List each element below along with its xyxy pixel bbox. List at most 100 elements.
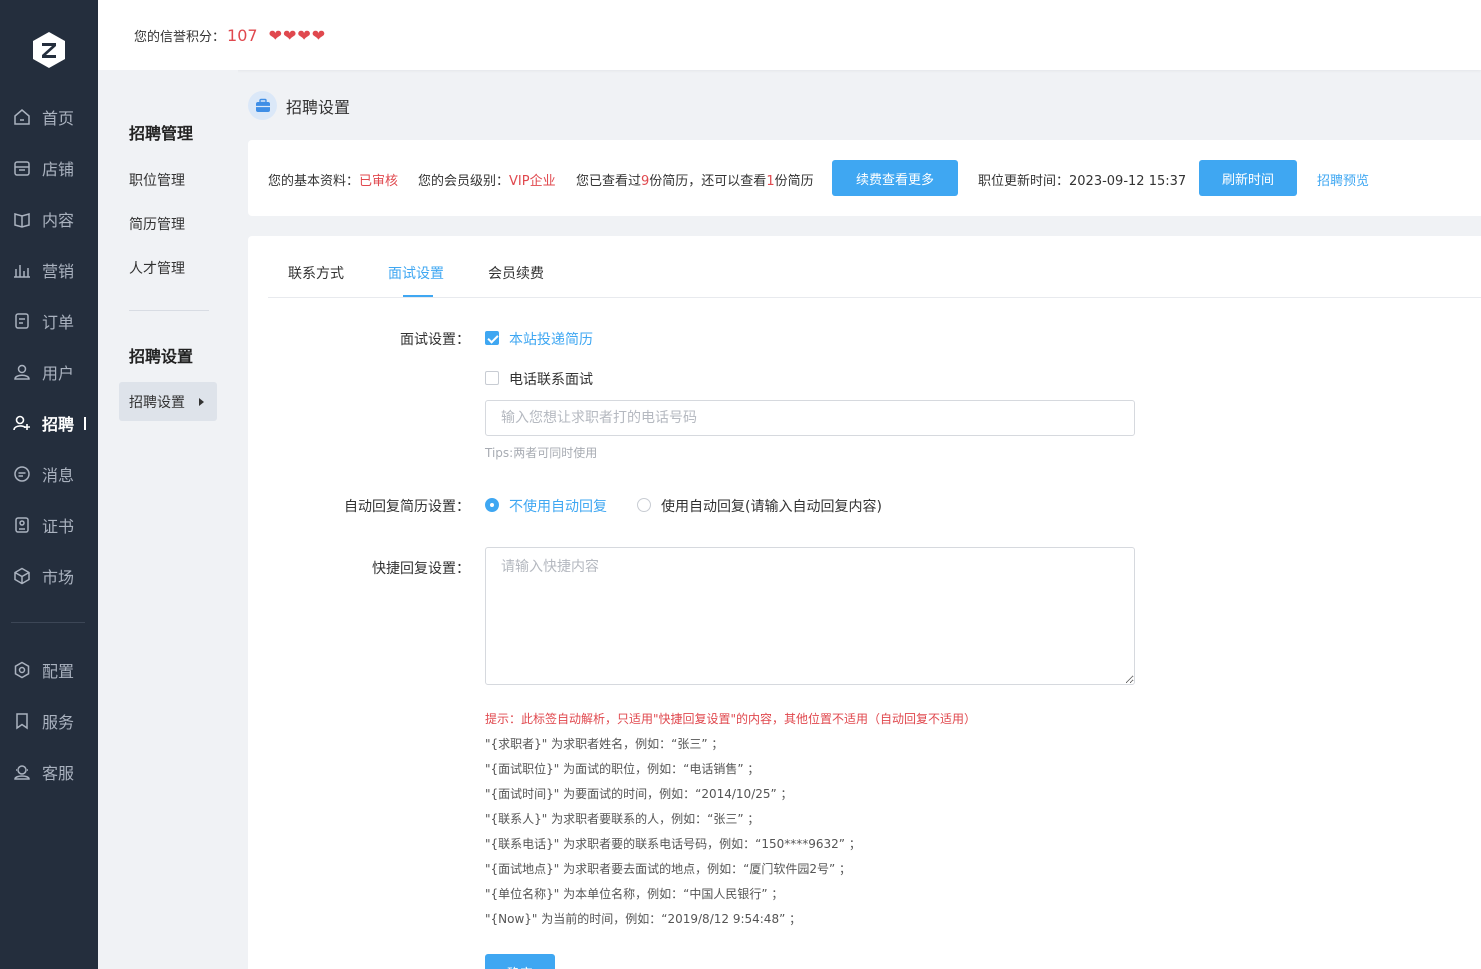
member-level-label: 您的会员级别：	[418, 174, 510, 189]
nav-label: 客服	[42, 764, 75, 783]
nav-label: 服务	[42, 713, 75, 732]
headset-icon	[12, 762, 32, 782]
market-icon	[12, 566, 32, 586]
update-time-value: 2023-09-12 15:37	[1069, 174, 1187, 189]
service-icon	[12, 711, 32, 731]
basic-info-status: 您的基本资料：已审核	[268, 170, 398, 189]
tag-hint: "{面试时间}" 为要面试的时间，例如：“2014/10/25” ；	[485, 787, 793, 801]
page-title: 招聘设置	[286, 97, 351, 117]
tag-hint: "{单位名称}" 为本单位名称，例如：“中国人民银行” ；	[485, 887, 784, 901]
preview-link[interactable]: 招聘预览	[1317, 170, 1369, 189]
tag-hint: "{求职者}" 为求职者姓名，例如：“张三” ；	[485, 737, 724, 751]
recruit-icon	[12, 413, 32, 433]
nav-item-orders[interactable]: 订单	[0, 301, 98, 341]
nav-label: 证书	[42, 517, 75, 536]
basic-info-label: 您的基本资料：	[268, 174, 360, 189]
quick-reply-textarea[interactable]	[485, 547, 1135, 685]
phone-interview-option[interactable]: 电话联系面试	[509, 369, 593, 389]
nav-item-market[interactable]: 市场	[0, 556, 98, 596]
tab-membership[interactable]: 会员续费	[488, 263, 544, 283]
nav-item-recruit[interactable]: 招聘	[0, 403, 98, 443]
nav-label: 招聘	[42, 415, 75, 434]
briefcase-icon	[248, 91, 277, 120]
home-icon	[12, 107, 32, 127]
subnav-item-positions[interactable]: 职位管理	[129, 170, 185, 190]
credit-hearts: ❤ ❤ ❤ ❤	[269, 25, 326, 45]
tag-hint: "{联系电话}" 为求职者要的联系电话号码，例如：“150****9632” ；	[485, 837, 861, 851]
site-resume-option[interactable]: 本站投递简历	[509, 329, 593, 349]
top-bar: 您的信誉积分： 107 ❤ ❤ ❤ ❤	[98, 0, 1481, 70]
app-logo-icon[interactable]	[31, 30, 67, 70]
remain-count: 1	[766, 174, 775, 189]
member-level-value: VIP企业	[509, 174, 556, 189]
nav-item-support[interactable]: 客服	[0, 752, 98, 792]
nav-label: 店铺	[42, 160, 75, 179]
heart-icon: ❤	[311, 25, 326, 45]
tag-hint: "{面试地点}" 为求职者要去面试的地点，例如：“厦门软件园2号” ；	[485, 862, 852, 876]
active-indicator	[84, 416, 87, 430]
chart-icon	[12, 260, 32, 280]
nav-item-content[interactable]: 内容	[0, 199, 98, 239]
subnav-item-talents[interactable]: 人才管理	[129, 258, 185, 278]
quota-text: 份简历，还可以查看	[649, 174, 767, 189]
tag-hint: "{联系人}" 为求职者要联系的人，例如：“张三” ；	[485, 812, 760, 826]
nav-label: 订单	[42, 313, 75, 332]
message-icon	[12, 464, 32, 484]
tips-text: Tips:两者可同时使用	[485, 446, 598, 460]
submit-button[interactable]: 确定	[485, 954, 555, 969]
renew-button[interactable]: 续费查看更多	[832, 160, 958, 196]
auto-reply-radio[interactable]	[637, 498, 651, 512]
gear-icon	[12, 660, 32, 680]
site-resume-checkbox[interactable]	[485, 331, 499, 345]
tag-hint: "{面试职位}" 为面试的职位，例如：“电话销售” ；	[485, 762, 760, 776]
store-icon	[12, 158, 32, 178]
nav-item-config[interactable]: 配置	[0, 650, 98, 690]
nav-item-service[interactable]: 服务	[0, 701, 98, 741]
update-time-label: 职位更新时间：	[978, 174, 1070, 189]
nav-label: 配置	[42, 662, 75, 681]
credit-value: 107	[227, 26, 258, 45]
auto-reply-option[interactable]: 使用自动回复(请输入自动回复内容)	[661, 496, 882, 516]
subnav-item-recruit-settings[interactable]: 招聘设置	[119, 382, 217, 421]
tab-contact[interactable]: 联系方式	[288, 263, 344, 283]
subnav-item-label: 招聘设置	[129, 394, 185, 411]
account-info-card: 您的基本资料：已审核 您的会员级别：VIP企业 您已查看过9份简历，还可以查看1…	[248, 140, 1481, 216]
no-auto-reply-option[interactable]: 不使用自动回复	[509, 496, 607, 516]
nav-divider	[11, 622, 85, 623]
subnav-divider	[129, 310, 209, 311]
main-nav: 首页 店铺 内容 营销 订单 用户 招聘 消息 证书 市场 配置 服务 客服	[0, 0, 98, 969]
credit-score: 您的信誉积分： 107 ❤ ❤ ❤ ❤	[134, 26, 325, 45]
credit-label: 您的信誉积分：	[134, 30, 226, 45]
nav-label: 首页	[42, 109, 75, 128]
certificate-icon	[12, 515, 32, 535]
auto-reply-label: 自动回复简历设置：	[344, 499, 470, 515]
interview-label: 面试设置：	[400, 332, 470, 348]
book-icon	[12, 209, 32, 229]
no-auto-reply-radio[interactable]	[485, 498, 499, 512]
phone-number-input[interactable]	[485, 400, 1135, 436]
nav-label: 消息	[42, 466, 75, 485]
nav-item-home[interactable]: 首页	[0, 97, 98, 137]
nav-label: 用户	[42, 364, 75, 383]
tag-hint-title: 提示：此标签自动解析，只适用"快捷回复设置"的内容，其他位置不适用（自动回复不适…	[485, 712, 977, 726]
nav-label: 市场	[42, 568, 75, 587]
nav-item-store[interactable]: 店铺	[0, 148, 98, 188]
nav-item-marketing[interactable]: 营销	[0, 250, 98, 290]
settings-card: 联系方式 面试设置 会员续费 面试设置： 本站投递简历 电话联系面试 Tips:…	[248, 236, 1481, 969]
phone-interview-checkbox[interactable]	[485, 371, 499, 385]
tab-bar: 联系方式 面试设置 会员续费	[268, 236, 1481, 298]
basic-info-value: 已审核	[359, 174, 399, 189]
page-header: 招聘设置	[248, 91, 350, 120]
nav-item-users[interactable]: 用户	[0, 352, 98, 392]
refresh-time-button[interactable]: 刷新时间	[1199, 160, 1297, 196]
nav-item-certificates[interactable]: 证书	[0, 505, 98, 545]
order-icon	[12, 311, 32, 331]
subnav-group-title: 招聘设置	[129, 347, 194, 366]
nav-item-messages[interactable]: 消息	[0, 454, 98, 494]
quota-text: 份简历	[774, 174, 814, 189]
nav-label: 营销	[42, 262, 75, 281]
tag-hint: "{Now}" 为当前的时间，例如：“2019/8/12 9:54:48” ；	[485, 912, 802, 926]
subnav-item-resumes[interactable]: 简历管理	[129, 214, 185, 234]
subnav-group-title: 招聘管理	[129, 124, 194, 143]
tab-interview[interactable]: 面试设置	[388, 263, 444, 283]
